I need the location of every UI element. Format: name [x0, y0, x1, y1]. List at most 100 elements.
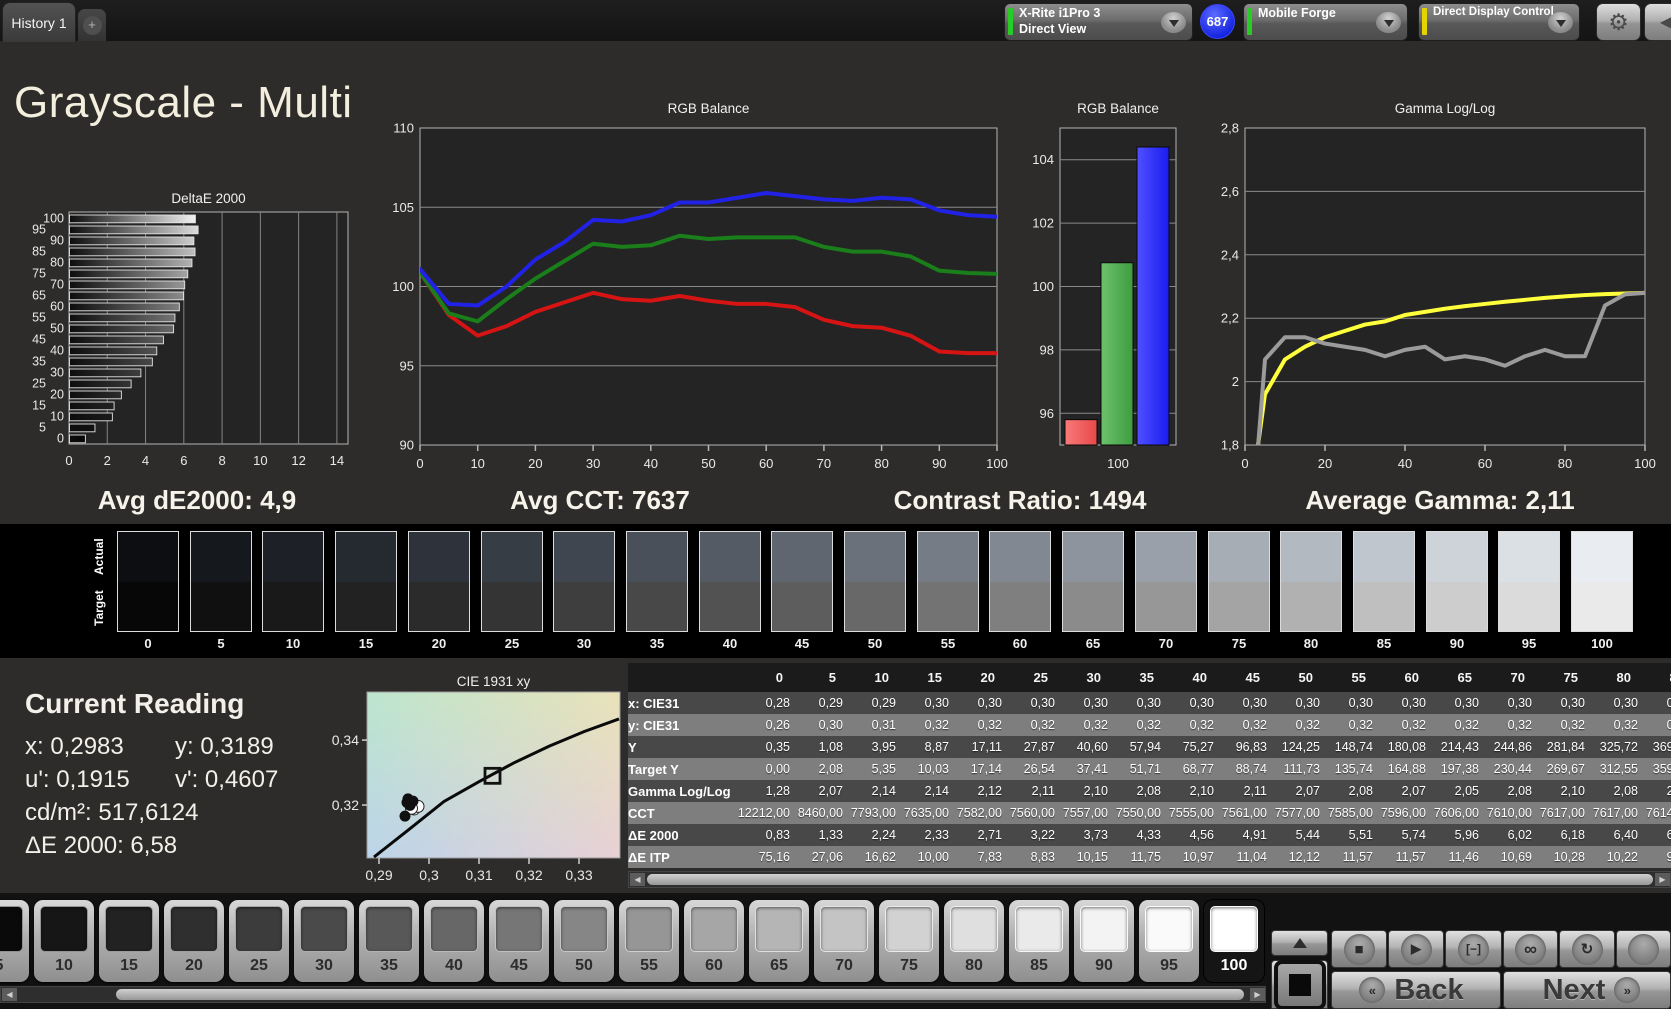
reading-value: v': 0,4607 [175, 766, 325, 799]
chevron-down-icon [1161, 12, 1186, 33]
current-reading-title: Current Reading [25, 688, 325, 720]
scroll-right-icon[interactable]: ▶ [1655, 873, 1670, 886]
patch-button-40[interactable]: 40 [424, 900, 484, 982]
patch-swatch [105, 906, 153, 952]
gray-swatch-50 [844, 531, 906, 632]
patch-button-75[interactable]: 75 [879, 900, 939, 982]
back-button[interactable]: « Back [1331, 971, 1501, 1009]
patch-button-20[interactable]: 20 [164, 900, 224, 982]
settings-button[interactable]: ⚙ [1596, 3, 1641, 41]
patch-button-50[interactable]: 50 [554, 900, 614, 982]
top-toolbar: History 1 + X-Rite i1Pro 3 Direct View 6… [0, 0, 1671, 41]
table-scrollbar[interactable]: ◀ ▶ [628, 871, 1671, 888]
patch-button-55[interactable]: 55 [619, 900, 679, 982]
swatch-label: 45 [770, 636, 834, 651]
stop-measure-button[interactable] [1271, 960, 1328, 1009]
gray-swatch-60 [989, 531, 1051, 632]
gray-swatch-25 [481, 531, 543, 632]
source-dropdown[interactable]: Mobile Forge [1243, 3, 1408, 41]
loop-range-button[interactable]: [−] [1445, 930, 1502, 968]
patch-button-65[interactable]: 65 [749, 900, 809, 982]
scroll-right-icon[interactable]: ▶ [1250, 988, 1265, 1001]
chevrons-right-icon: » [1614, 977, 1640, 1003]
gray-swatch-65 [1062, 531, 1124, 632]
patch-button-80[interactable]: 80 [944, 900, 1004, 982]
rgb-balance-line-chart: 95100105901100102030405060708090100 [380, 123, 1020, 475]
patch-button-10[interactable]: 10 [34, 900, 94, 982]
svg-text:90: 90 [400, 438, 414, 453]
patch-button-45[interactable]: 45 [489, 900, 549, 982]
patch-button-25[interactable]: 25 [229, 900, 289, 982]
stop-button[interactable]: ■ [1331, 930, 1387, 968]
patch-button-100[interactable]: 100 [1204, 900, 1264, 982]
play-button[interactable]: ▶ [1388, 930, 1444, 968]
next-button[interactable]: Next » [1503, 971, 1671, 1009]
gray-swatch-15 [335, 531, 397, 632]
swatch-label: 15 [334, 636, 398, 651]
patch-button-35[interactable]: 35 [359, 900, 419, 982]
table-row: Y0,351,083,958,8717,1127,8740,6057,9475,… [628, 736, 1671, 758]
tab-history-1[interactable]: History 1 [2, 2, 76, 42]
svg-text:65: 65 [32, 289, 46, 303]
stat-avg-de2000: Avg dE2000: 4,9 [98, 485, 296, 516]
reading-value: u': 0,1915 [25, 766, 175, 799]
collapse-panel-button[interactable]: ◀ [1644, 3, 1671, 41]
svg-text:100: 100 [43, 212, 64, 226]
table-row: ΔE 20000,831,332,242,332,713,223,734,334… [628, 824, 1671, 846]
bottom-toolbar: ◀ ▶ ■▶[−]∞↻ « Back Next » 51015202530354… [0, 893, 1671, 1009]
meter-mode: Direct View [1019, 22, 1086, 36]
svg-text:100: 100 [986, 456, 1008, 471]
patch-swatch [820, 906, 868, 952]
target-swatch [409, 582, 469, 632]
patch-button-5[interactable]: 5 [0, 900, 29, 982]
svg-text:2,4: 2,4 [1221, 247, 1239, 262]
actual-swatch [263, 532, 323, 582]
actual-swatch [700, 532, 760, 582]
reading-row: x: 0,2983y: 0,3189 [25, 733, 325, 766]
refresh-icon: ↻ [1572, 934, 1603, 965]
badge-value: 687 [1207, 14, 1229, 29]
table-row: ΔE ITP75,1627,0616,6210,007,838,8310,151… [628, 846, 1671, 868]
patch-button-85[interactable]: 85 [1009, 900, 1069, 982]
scroll-left-icon[interactable]: ◀ [2, 988, 17, 1001]
display-control-dropdown[interactable]: Direct Display Control [1418, 3, 1580, 41]
scroll-left-icon[interactable]: ◀ [630, 873, 645, 886]
play-icon: ▶ [1401, 934, 1432, 965]
add-tab-button[interactable]: + [78, 9, 106, 41]
table-scrollbar-thumb[interactable] [647, 874, 1653, 885]
gamma-chart-title: Gamma Log/Log [1245, 101, 1645, 117]
patch-label: 10 [34, 957, 94, 975]
svg-text:0,31: 0,31 [465, 867, 492, 883]
svg-text:100: 100 [392, 279, 414, 294]
patch-button-15[interactable]: 15 [99, 900, 159, 982]
svg-text:110: 110 [393, 123, 414, 136]
patch-button-60[interactable]: 60 [684, 900, 744, 982]
record-button[interactable] [1616, 930, 1671, 968]
patch-scrollbar-thumb[interactable] [116, 989, 1244, 1000]
patch-scrollbar[interactable]: ◀ ▶ [0, 986, 1266, 1003]
gray-swatch-85 [1353, 531, 1415, 632]
patch-label: 45 [489, 957, 549, 975]
infinity-button[interactable]: ∞ [1503, 930, 1558, 968]
svg-text:75: 75 [32, 267, 46, 281]
patch-label: 55 [619, 957, 679, 975]
patch-swatch [40, 906, 88, 952]
target-swatch [1209, 582, 1269, 632]
patch-button-95[interactable]: 95 [1139, 900, 1199, 982]
target-swatch [1281, 582, 1341, 632]
refresh-button[interactable]: ↻ [1559, 930, 1615, 968]
table-header-row: 0510152025303540455055606570758085 [628, 663, 1671, 692]
target-swatch [263, 582, 323, 632]
meter-name: X-Rite i1Pro 3 [1019, 6, 1100, 20]
patch-button-90[interactable]: 90 [1074, 900, 1134, 982]
gray-swatch-35 [626, 531, 688, 632]
patch-button-70[interactable]: 70 [814, 900, 874, 982]
current-reading-panel: Current Reading x: 0,2983y: 0,3189u': 0,… [25, 688, 325, 865]
gray-swatch-45 [771, 531, 833, 632]
patch-list-up-button[interactable] [1271, 930, 1328, 956]
meter-dropdown[interactable]: X-Rite i1Pro 3 Direct View [1004, 3, 1193, 41]
patch-label: 100 [1204, 957, 1264, 975]
stat-contrast-ratio: Contrast Ratio: 1494 [894, 485, 1147, 516]
svg-text:10: 10 [253, 453, 267, 468]
patch-button-30[interactable]: 30 [294, 900, 354, 982]
